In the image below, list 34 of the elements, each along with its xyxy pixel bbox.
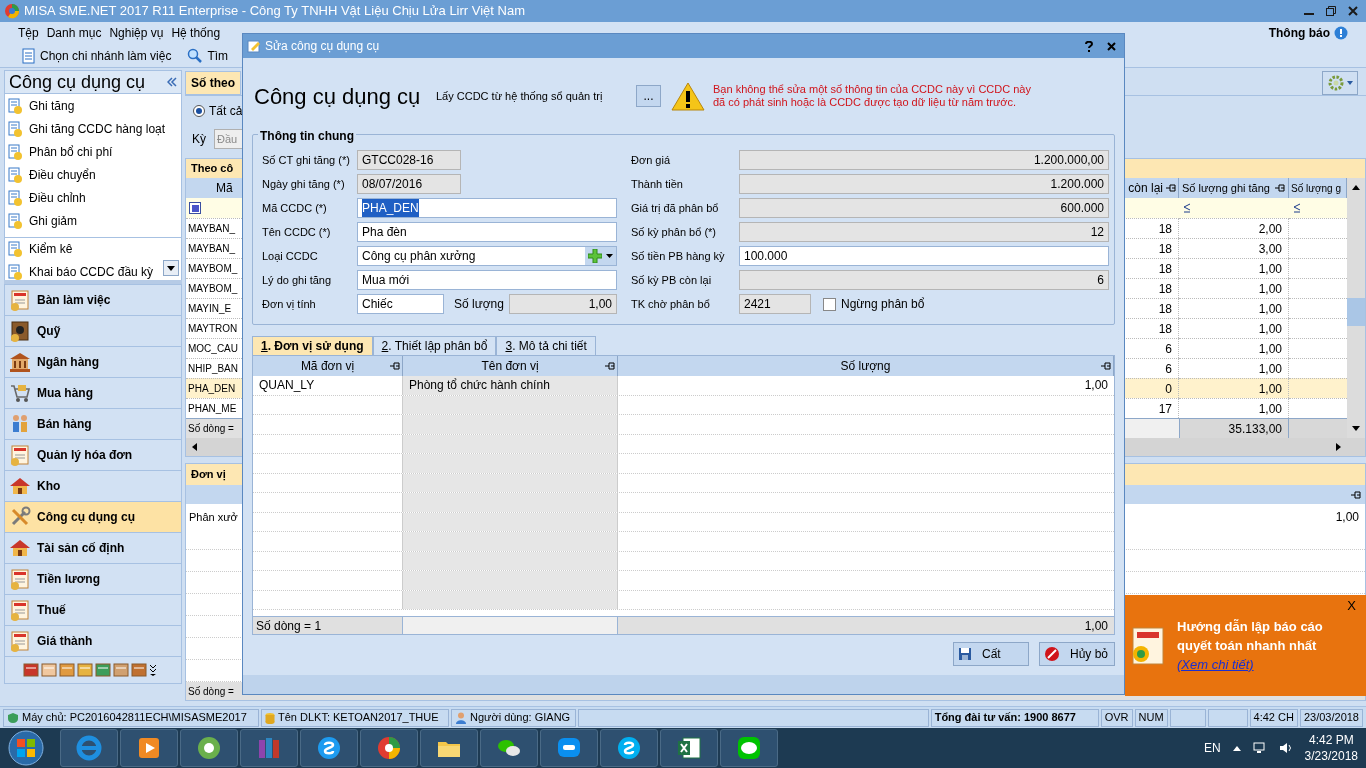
sidebar-title: Công cụ dụng cụ [9, 70, 146, 94]
popup-message: Hướng dẫn lập báo cáo quyết toán nhanh nhất [1177, 617, 1324, 655]
status-text: Tổng đài tư vấn: 1900 8677 [934, 710, 1076, 726]
status-text: Người dùng: GIANG [470, 710, 571, 726]
status-text: NUM [1138, 710, 1164, 726]
field-label: Số kỳ phân bổ (*) [631, 224, 717, 240]
status-text: Tên DLKT: KETOAN2017_THUE [278, 710, 439, 726]
field-label: Mã CCDC (*) [262, 200, 328, 216]
status-text: Máy chủ: PC2016042811ECH\MISASME2017 [22, 710, 247, 726]
period-label: Kỳ [192, 131, 206, 148]
total-cell-text: 1,00 [1083, 617, 1109, 634]
field-label: TK chờ phân bổ [631, 296, 711, 312]
total-cell: 35.133,00 [1179, 419, 1289, 438]
table-cell: Phòng tổ chức hành chính [403, 376, 618, 395]
window-title: MISA SME.NET 2017 R11 Enterprise - Công Ty TNHH Vật Liệu Chịu Lửa Lirr Việt Nam [24, 2, 525, 21]
field-label: Giá trị đã phân bổ [631, 200, 720, 216]
field-label: Số tiền PB hàng kỳ [631, 248, 726, 264]
status-text: 23/03/2018 [1303, 710, 1359, 726]
table-cell-text: 1,00 [1334, 509, 1360, 526]
field-label: Số lượng [454, 296, 505, 313]
row-count: Số dòng = [187, 422, 235, 436]
source-label: Lấy CCDC từ hệ thống sổ quản trị [436, 88, 604, 104]
table-cell-text: 1,00 [1083, 377, 1109, 395]
checkbox-label: Ngừng phân bổ [841, 296, 925, 313]
radio-label: Tất cả [209, 103, 243, 120]
table-cell-text: Phân xưở [188, 509, 239, 525]
field-label: Số kỳ PB còn lại [631, 272, 713, 288]
field-label: Thành tiền [631, 176, 684, 192]
dialog-heading: Công cụ dụng cụ [254, 82, 422, 111]
warning-message: Bạn không thể sửa một số thông tin của CCDC này vì CCDC này đã có phát sinh hoặc là CCDC được tạo dữ liệu từ năm trước. [713, 83, 1032, 109]
status-text: 4:42 CH [1253, 710, 1294, 726]
dialog-title: Sửa công cụ dụng cụ [265, 38, 380, 55]
status-text: OVR [1104, 710, 1129, 726]
field-label: Ngày ghi tăng (*) [262, 176, 346, 192]
